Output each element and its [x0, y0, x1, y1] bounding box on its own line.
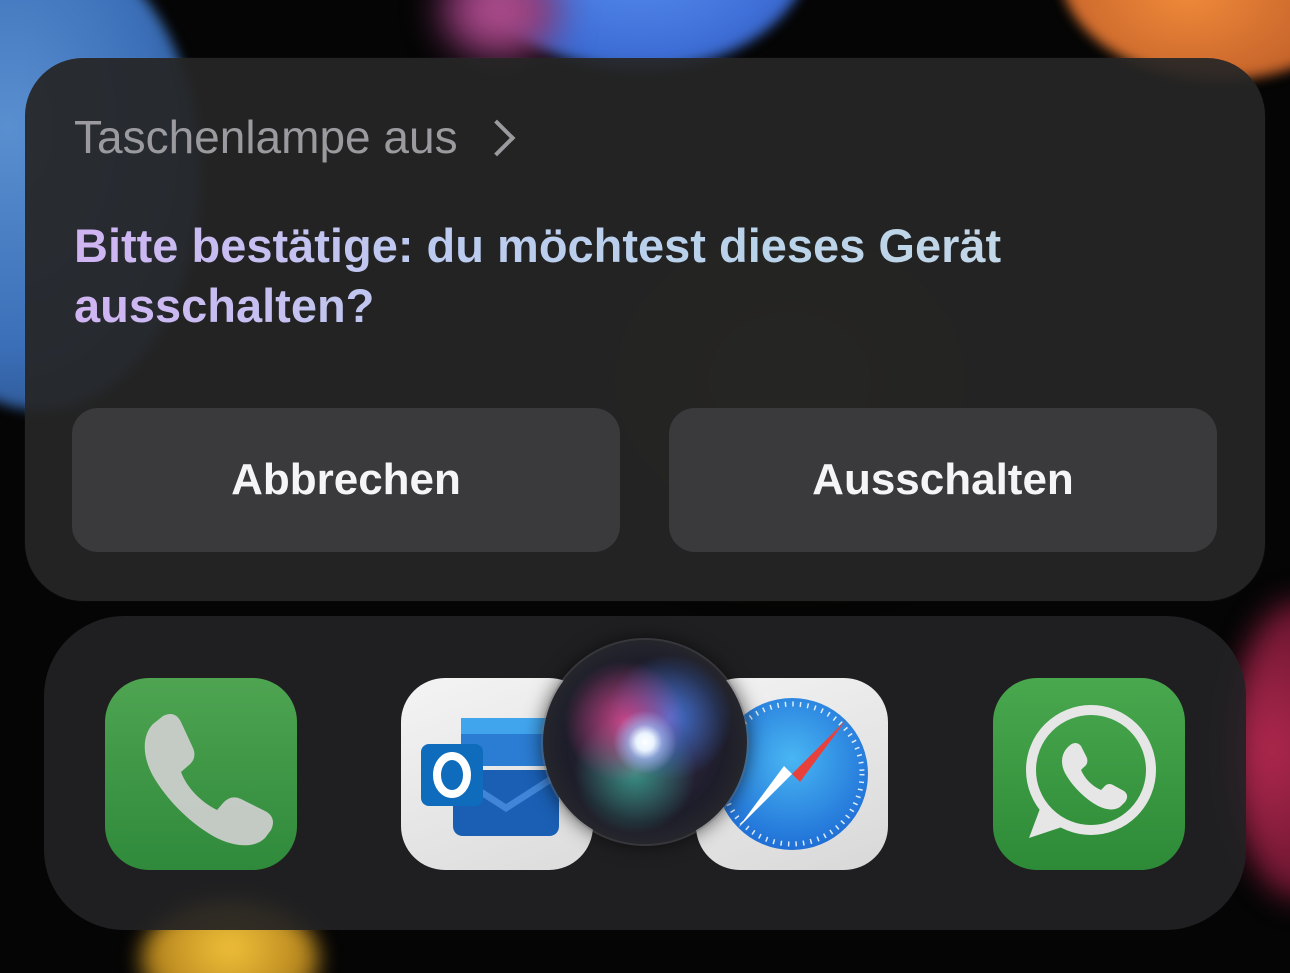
- dock-app-whatsapp[interactable]: [993, 678, 1185, 870]
- cancel-button[interactable]: Abbrechen: [72, 408, 620, 552]
- siri-orb-icon[interactable]: [543, 640, 747, 844]
- dock: [44, 616, 1246, 930]
- wallpaper-blob: [440, 0, 560, 60]
- confirmation-prompt: Bitte bestätige: du möchtest dieses Gerä…: [74, 216, 1134, 336]
- power-off-button[interactable]: Ausschalten: [669, 408, 1217, 552]
- siri-confirmation-card: Taschenlampe aus Bitte bestätige: du möc…: [25, 58, 1265, 601]
- home-screen: Taschenlampe aus Bitte bestätige: du möc…: [0, 0, 1290, 973]
- siri-request-label: Taschenlampe aus: [74, 111, 458, 163]
- chevron-right-icon: [478, 119, 515, 157]
- dock-app-phone[interactable]: [105, 678, 297, 870]
- siri-request-header[interactable]: Taschenlampe aus: [74, 110, 515, 164]
- whatsapp-icon: [1026, 705, 1156, 838]
- phone-icon: [144, 714, 273, 846]
